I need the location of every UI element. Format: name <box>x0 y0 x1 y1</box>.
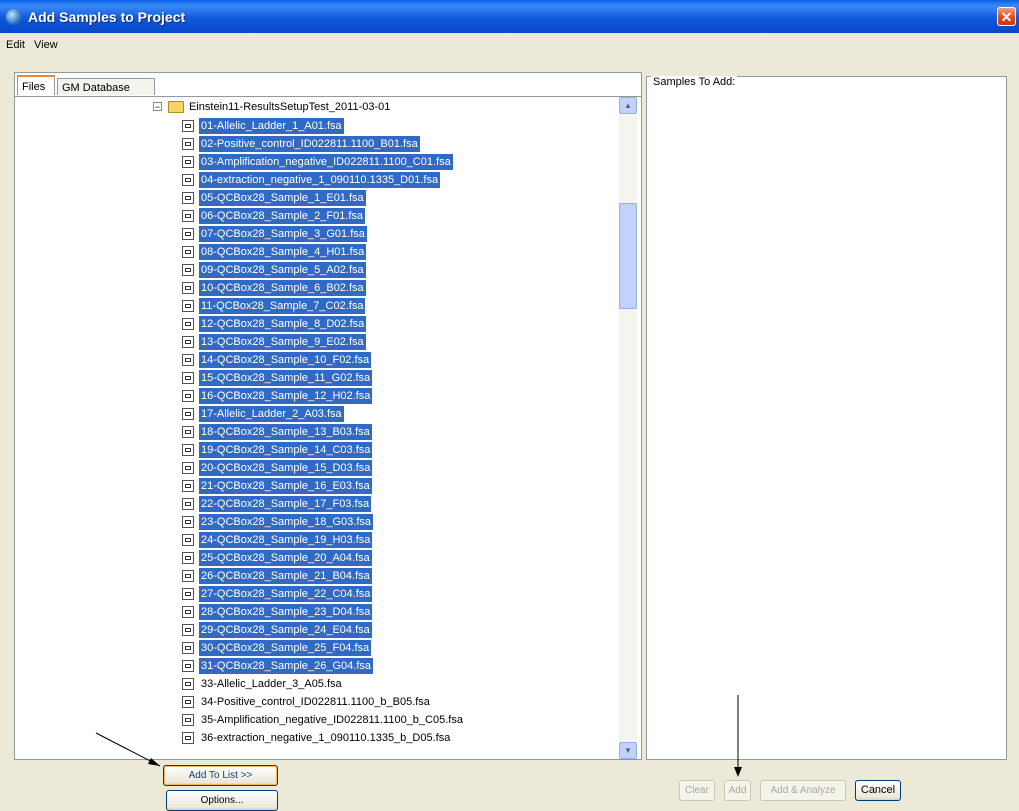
file-icon <box>182 588 194 600</box>
file-icon <box>182 534 194 546</box>
file-label: 20-QCBox28_Sample_15_D03.fsa <box>199 460 373 476</box>
file-label: 10-QCBox28_Sample_6_B02.fsa <box>199 280 366 296</box>
cancel-button[interactable]: Cancel <box>855 780 901 801</box>
file-label: 24-QCBox28_Sample_19_H03.fsa <box>199 532 373 548</box>
file-icon <box>182 696 194 708</box>
file-icon <box>182 372 194 384</box>
file-label: 09-QCBox28_Sample_5_A02.fsa <box>199 262 366 278</box>
file-label: 07-QCBox28_Sample_3_G01.fsa <box>199 226 367 242</box>
add-analyze-button[interactable]: Add & Analyze <box>760 780 846 801</box>
file-icon <box>182 354 194 366</box>
clear-button[interactable]: Clear <box>679 780 715 801</box>
add-button[interactable]: Add <box>724 780 751 801</box>
folder-label: Einstein11-ResultsSetupTest_2011-03-01 <box>189 101 391 113</box>
file-label: 21-QCBox28_Sample_16_E03.fsa <box>199 478 372 494</box>
collapse-icon[interactable]: − <box>153 102 162 112</box>
file-label: 26-QCBox28_Sample_21_B04.fsa <box>199 568 372 584</box>
file-label: 35-Amplification_negative_ID022811.1100_… <box>201 714 463 726</box>
file-icon <box>182 210 194 222</box>
file-label: 18-QCBox28_Sample_13_B03.fsa <box>199 424 372 440</box>
file-icon <box>182 480 194 492</box>
file-icon <box>182 390 194 402</box>
menu-bar: Edit View <box>0 33 1019 57</box>
file-label: 29-QCBox28_Sample_24_E04.fsa <box>199 622 372 638</box>
tab-gm-database[interactable]: GM Database <box>57 78 155 95</box>
file-icon <box>182 228 194 240</box>
file-label: 33-Allelic_Ladder_3_A05.fsa <box>201 678 342 690</box>
file-icon <box>182 660 194 672</box>
file-icon <box>182 408 194 420</box>
file-icon <box>182 732 194 744</box>
file-icon <box>182 156 194 168</box>
file-icon <box>182 300 194 312</box>
file-label: 31-QCBox28_Sample_26_G04.fsa <box>199 658 373 674</box>
file-icon <box>182 174 194 186</box>
window-title: Add Samples to Project <box>28 9 186 25</box>
file-label: 12-QCBox28_Sample_8_D02.fsa <box>199 316 367 332</box>
file-icon <box>182 516 194 528</box>
file-label: 36-extraction_negative_1_090110.1335_b_D… <box>201 732 451 744</box>
scroll-down-icon[interactable]: ▼ <box>619 742 637 759</box>
app-globe-icon <box>6 9 22 25</box>
file-icon <box>182 552 194 564</box>
file-icon <box>182 138 194 150</box>
file-icon <box>182 426 194 438</box>
file-label: 17-Allelic_Ladder_2_A03.fsa <box>199 406 344 422</box>
file-label: 08-QCBox28_Sample_4_H01.fsa <box>199 244 367 260</box>
close-button[interactable]: ✕ <box>997 7 1016 26</box>
file-icon <box>182 678 194 690</box>
file-label: 34-Positive_control_ID022811.1100_b_B05.… <box>201 696 430 708</box>
samples-to-add-list[interactable] <box>651 95 1000 755</box>
file-label: 04-extraction_negative_1_090110.1335_D01… <box>199 172 441 188</box>
scroll-thumb[interactable] <box>619 202 637 309</box>
file-icon <box>182 624 194 636</box>
file-icon <box>182 318 194 330</box>
file-tree[interactable]: − Einstein11-ResultsSetupTest_2011-03-01… <box>15 97 619 759</box>
file-label: 01-Allelic_Ladder_1_A01.fsa <box>199 118 344 134</box>
file-label: 23-QCBox28_Sample_18_G03.fsa <box>199 514 373 530</box>
tab-files[interactable]: Files <box>17 75 55 95</box>
file-icon <box>182 336 194 348</box>
files-panel: Files GM Database − Einstein11-ResultsSe… <box>14 72 642 760</box>
file-label: 30-QCBox28_Sample_25_F04.fsa <box>199 640 372 656</box>
file-label: 22-QCBox28_Sample_17_F03.fsa <box>199 496 372 512</box>
file-icon <box>182 264 194 276</box>
file-label: 14-QCBox28_Sample_10_F02.fsa <box>199 352 372 368</box>
file-icon <box>182 462 194 474</box>
file-label: 15-QCBox28_Sample_11_G02.fsa <box>199 370 373 386</box>
file-icon <box>182 282 194 294</box>
vertical-scrollbar[interactable]: ▲ ▼ <box>619 97 637 759</box>
file-icon <box>182 606 194 618</box>
file-icon <box>182 120 194 132</box>
folder-icon <box>168 101 184 113</box>
add-to-list-button[interactable]: Add To List >> <box>163 765 278 786</box>
title-bar: Add Samples to Project ✕ <box>0 0 1019 33</box>
file-label: 27-QCBox28_Sample_22_C04.fsa <box>199 586 373 602</box>
file-icon <box>182 246 194 258</box>
file-label: 16-QCBox28_Sample_12_H02.fsa <box>199 388 373 404</box>
file-icon <box>182 642 194 654</box>
samples-to-add-label: Samples To Add: <box>651 76 738 88</box>
file-icon <box>182 192 194 204</box>
menu-view[interactable]: View <box>34 39 58 51</box>
samples-to-add-panel: Samples To Add: <box>646 76 1007 760</box>
options-button[interactable]: Options... <box>166 790 278 811</box>
file-label: 06-QCBox28_Sample_2_F01.fsa <box>199 208 366 224</box>
file-icon <box>182 444 194 456</box>
file-label: 02-Positive_control_ID022811.1100_B01.fs… <box>199 136 420 152</box>
file-label: 19-QCBox28_Sample_14_C03.fsa <box>199 442 373 458</box>
arrow-head-add <box>734 767 742 777</box>
file-icon <box>182 714 194 726</box>
file-label: 11-QCBox28_Sample_7_C02.fsa <box>199 298 366 314</box>
file-label: 28-QCBox28_Sample_23_D04.fsa <box>199 604 373 620</box>
menu-edit[interactable]: Edit <box>6 39 25 51</box>
file-label: 05-QCBox28_Sample_1_E01.fsa <box>199 190 366 206</box>
file-label: 03-Amplification_negative_ID022811.1100_… <box>199 154 453 170</box>
file-icon <box>182 570 194 582</box>
scroll-up-icon[interactable]: ▲ <box>619 97 637 114</box>
file-label: 13-QCBox28_Sample_9_E02.fsa <box>199 334 366 350</box>
file-label: 25-QCBox28_Sample_20_A04.fsa <box>199 550 372 566</box>
file-icon <box>182 498 194 510</box>
